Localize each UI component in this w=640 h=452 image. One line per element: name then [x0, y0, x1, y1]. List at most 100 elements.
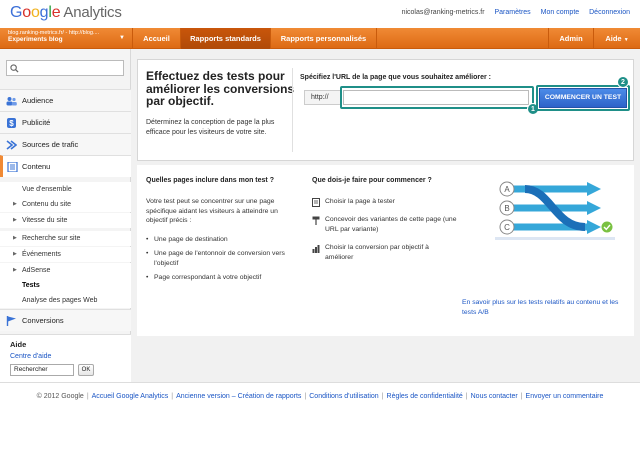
- flag-icon: [6, 316, 16, 326]
- footer-link-home[interactable]: Accueil Google Analytics: [92, 393, 169, 400]
- main-content: Effectuez des tests pour améliorer les c…: [131, 49, 640, 382]
- sidebar-subitem-label: Recherche sur site: [22, 235, 81, 242]
- sidebar-item-publicite[interactable]: $ Publicité: [0, 111, 131, 133]
- chevron-right-icon: ▶: [13, 217, 17, 223]
- step-item: Concevoir des variantes de cette page (u…: [312, 215, 457, 234]
- traffic-sources-icon: [6, 140, 17, 150]
- logo-product: Analytics: [63, 4, 122, 21]
- sidebar-item-sources-trafic[interactable]: Sources de trafic: [0, 133, 131, 155]
- account-profile: Experiments blog: [8, 36, 63, 43]
- sidebar-search-input[interactable]: [6, 60, 124, 76]
- publicite-icon: $: [7, 118, 16, 128]
- content-icon: [7, 162, 18, 172]
- section-title-start: Que dois-je faire pour commencer ?: [312, 177, 432, 184]
- paint-roller-icon: [312, 216, 320, 225]
- sidebar-item-audience[interactable]: Audience: [0, 89, 131, 111]
- sidebar-subitem-analyse-pages[interactable]: Analyse des pages Web: [0, 293, 131, 308]
- callout-badge-2: 2: [617, 76, 629, 88]
- help-center-link[interactable]: Centre d'aide: [10, 353, 121, 360]
- sidebar: Audience $ Publicité Sources de trafic C…: [0, 49, 131, 382]
- sidebar-item-contenu[interactable]: Contenu: [0, 155, 131, 177]
- footer-link-terms[interactable]: Conditions d'utilisation: [309, 393, 378, 400]
- sidebar-subitem-adsense[interactable]: ▶ AdSense: [0, 263, 131, 278]
- sidebar-item-conversions[interactable]: Conversions: [0, 309, 131, 331]
- sidebar-subitem-tests[interactable]: Tests: [0, 278, 131, 293]
- tab-accueil[interactable]: Accueil: [133, 28, 181, 49]
- sidebar-subitem-evenements[interactable]: ▶ Événements: [0, 247, 131, 262]
- main-nav: blog.ranking-metrics.fr/ - http://blog..…: [0, 28, 640, 49]
- callout-highlight-url: [340, 86, 534, 109]
- sidebar-subitem-label: Vue d'ensemble: [22, 186, 72, 193]
- chevron-right-icon: ▶: [13, 267, 17, 273]
- logo-letter: o: [30, 4, 40, 21]
- tab-aide[interactable]: Aide ▼: [594, 28, 640, 49]
- tab-rapports-standards[interactable]: Rapports standards: [181, 28, 271, 49]
- help-title: Aide: [10, 340, 27, 349]
- top-bar: Google Analytics nicolas@ranking-metrics.…: [0, 0, 640, 28]
- svg-text:$: $: [9, 119, 14, 128]
- top-links: nicolas@ranking-metrics.fr Paramètres Mo…: [394, 9, 630, 16]
- logout-link[interactable]: Déconnexion: [589, 9, 630, 16]
- my-account-link[interactable]: Mon compte: [541, 9, 580, 16]
- step-label: Concevoir des variantes de cette page (u…: [325, 216, 457, 233]
- sidebar-item-label: Publicité: [22, 118, 51, 127]
- sidebar-subitem-label: AdSense: [22, 267, 51, 274]
- page-title: Effectuez des tests pour améliorer les c…: [146, 69, 295, 108]
- copyright: © 2012 Google: [36, 393, 84, 400]
- sidebar-subitem-vue-ensemble[interactable]: Vue d'ensemble: [0, 182, 131, 197]
- document-icon: [312, 198, 320, 207]
- footer: © 2012 Google | Accueil Google Analytics | A…: [36, 393, 604, 400]
- sidebar-subitem-label: Contenu du site: [22, 201, 72, 208]
- caret-down-icon: ▼: [119, 35, 125, 41]
- footer-link-feedback[interactable]: Envoyer un commentaire: [526, 393, 604, 400]
- list-item: Page correspondant à votre objectif: [146, 273, 301, 283]
- footer-link-contact[interactable]: Nous contacter: [471, 393, 518, 400]
- user-email: nicolas@ranking-metrics.fr: [401, 9, 485, 16]
- logo-letter: e: [51, 4, 61, 21]
- sidebar-subitem-label: Événements: [22, 251, 61, 258]
- tab-admin[interactable]: Admin: [548, 28, 594, 49]
- step-item: Choisir la page à tester: [312, 197, 457, 207]
- test-info-panel: Quelles pages inclure dans mon test ? Vo…: [137, 165, 634, 336]
- ab-test-learn-more-link[interactable]: En savoir plus sur les tests relatifs au…: [462, 298, 622, 317]
- bar-chart-icon: [312, 245, 320, 253]
- divider: [0, 382, 640, 383]
- chevron-right-icon: ▶: [13, 235, 17, 241]
- sidebar-item-label: Contenu: [22, 162, 51, 171]
- account-selector[interactable]: blog.ranking-metrics.fr/ - http://blog..…: [0, 28, 133, 49]
- divider: [292, 68, 293, 152]
- sidebar-subitem-vitesse-site[interactable]: ▶ Vitesse du site: [0, 213, 131, 228]
- sidebar-item-label: Conversions: [22, 316, 64, 325]
- url-protocol-prefix: http://: [304, 90, 342, 105]
- help-panel: Aide Centre d'aide Rechercher OK: [0, 334, 131, 382]
- page-description: Déterminez la conception de page la plus…: [146, 119, 275, 136]
- sidebar-subitem-recherche-site[interactable]: ▶ Recherche sur site: [0, 231, 131, 246]
- caret-down-icon: ▼: [623, 37, 629, 43]
- sidebar-subitem-contenu-site[interactable]: ▶ Contenu du site: [0, 197, 131, 212]
- footer-link-old-version[interactable]: Ancienne version – Création de rapports: [176, 393, 301, 400]
- help-search-ok-button[interactable]: OK: [78, 364, 94, 376]
- chevron-right-icon: ▶: [13, 201, 17, 207]
- sidebar-subitem-label: Vitesse du site: [22, 217, 68, 224]
- footer-link-privacy[interactable]: Règles de confidentialité: [387, 393, 463, 400]
- list-item: Une page de l'entonnoir de conversion ve…: [146, 249, 301, 268]
- step-item: Choisir la conversion par objectif à amé…: [312, 243, 457, 262]
- sidebar-item-label: Sources de trafic: [22, 140, 79, 149]
- search-icon: [10, 64, 19, 73]
- illustration-label-c: C: [504, 223, 510, 232]
- step-label: Choisir la page à tester: [325, 198, 395, 205]
- ab-test-illustration: A B C: [495, 181, 615, 240]
- logo-letter: o: [22, 4, 31, 21]
- list-item: Une page de destination: [146, 235, 301, 245]
- settings-link[interactable]: Paramètres: [495, 9, 531, 16]
- pages-intro: Votre test peut se concentrer sur une pa…: [146, 198, 278, 224]
- sidebar-item-label: Audience: [22, 96, 54, 105]
- help-search-input[interactable]: Rechercher: [10, 364, 74, 376]
- section-title-pages: Quelles pages inclure dans mon test ?: [146, 177, 274, 184]
- logo-letter: G: [10, 4, 23, 21]
- url-label: Spécifiez l'URL de la page que vous souh…: [300, 74, 491, 81]
- start-test-panel: Effectuez des tests pour améliorer les c…: [137, 59, 634, 161]
- sidebar-subitem-label: Analyse des pages Web: [22, 297, 98, 304]
- tab-rapports-personnalises[interactable]: Rapports personnalisés: [271, 28, 377, 49]
- google-analytics-logo[interactable]: Google Analytics: [10, 4, 122, 22]
